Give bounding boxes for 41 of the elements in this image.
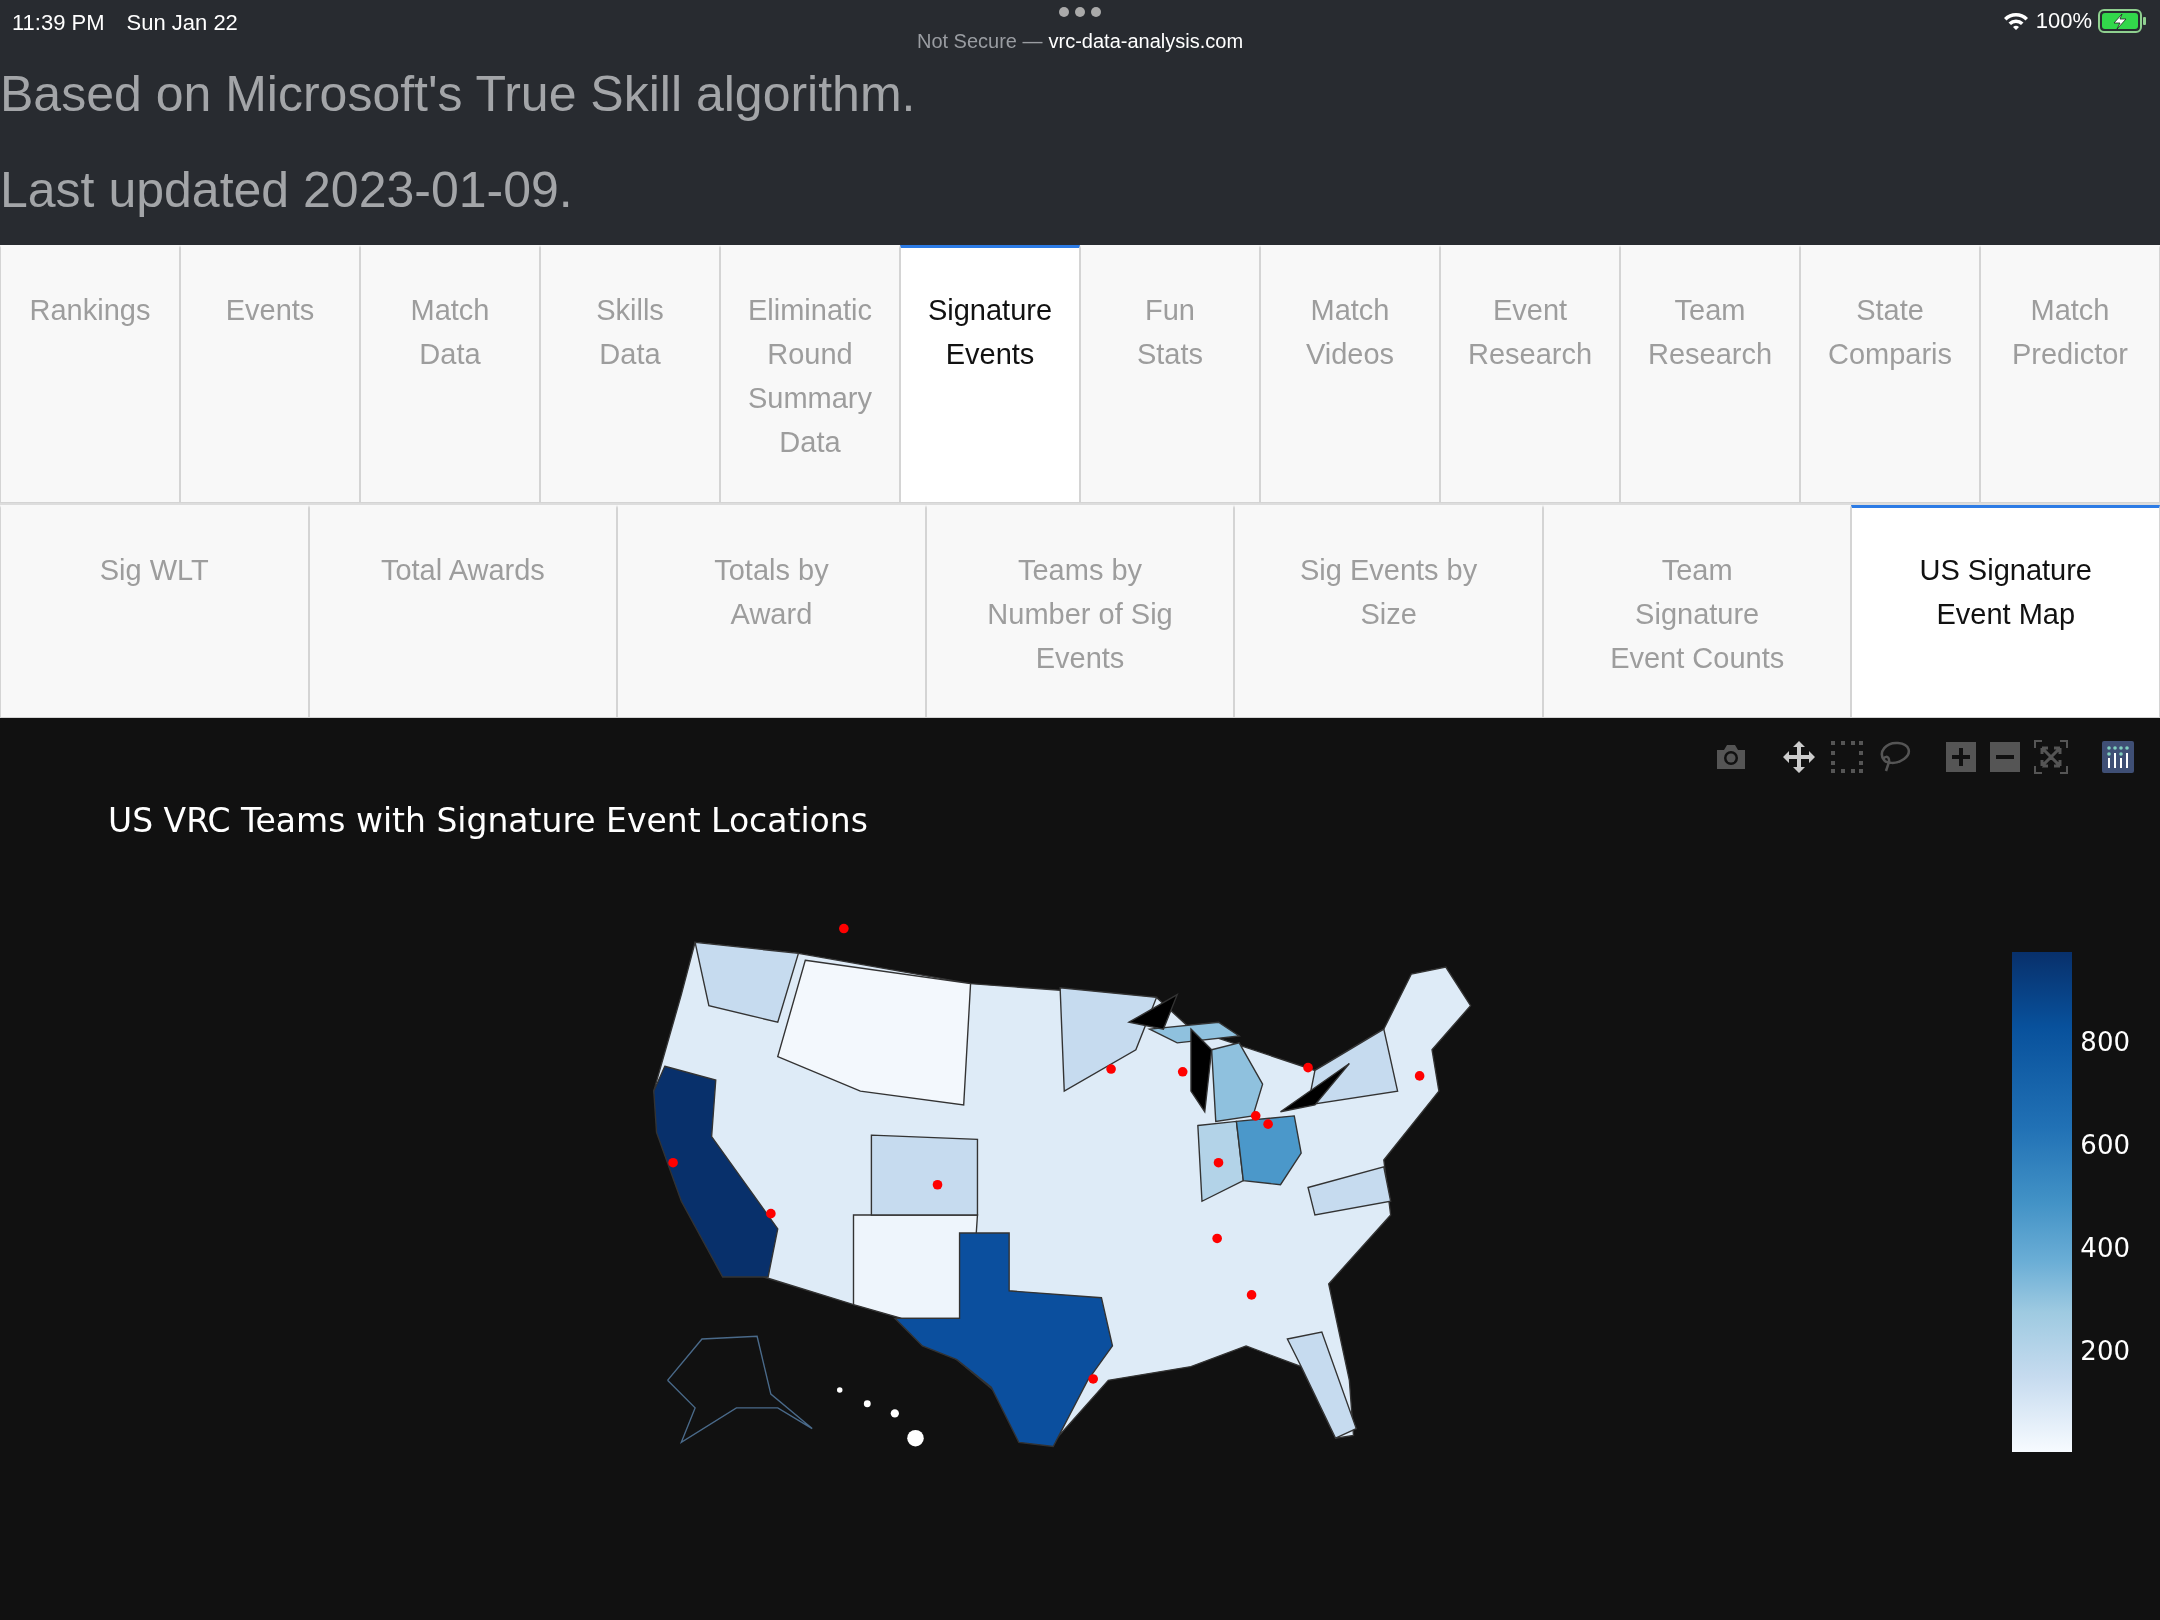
box-select-icon[interactable] [1830,740,1864,774]
tab[interactable]: Eliminatic Round Summary Data [720,245,900,503]
lasso-icon[interactable] [1878,740,1912,774]
tab[interactable]: Teams by Number of Sig Events [925,505,1235,718]
status-time: 11:39 PM [12,9,105,37]
status-date: Sun Jan 22 [126,9,238,37]
colorbar-tick-label: 400 [2080,1231,2130,1265]
tab[interactable]: Rankings [0,245,180,503]
more-dots-icon[interactable] [1058,6,1102,18]
description-text: Based on Microsoft's True Skill algorithm. [0,65,917,124]
tab[interactable]: State Comparis [1800,245,1980,503]
tab[interactable]: Skills Data [540,245,720,503]
camera-icon[interactable] [1714,742,1748,772]
colorbar-tick-label: 800 [2080,1025,2130,1059]
autoscale-icon[interactable] [2034,740,2068,774]
tab[interactable]: Total Awards [308,505,618,718]
zoom-out-icon[interactable] [1990,742,2020,772]
zoom-in-icon[interactable] [1946,742,1976,772]
tab[interactable]: Signature Events [900,245,1080,503]
tab[interactable]: Events [180,245,360,503]
battery-percent: 100% [2035,7,2092,35]
last-updated-text: Last updated 2023-01-09. [0,161,574,220]
security-label: Not Secure — [916,29,1043,54]
tab[interactable]: Fun Stats [1080,245,1260,503]
tab[interactable]: Team Signature Event Counts [1542,505,1852,718]
tab[interactable]: Match Data [360,245,540,503]
pan-icon[interactable] [1782,740,1816,774]
tab[interactable]: Totals by Award [617,505,926,718]
url-text[interactable]: vrc-data-analysis.com [1048,26,1244,56]
tab[interactable]: Match Videos [1260,245,1440,503]
tab[interactable]: Team Research [1620,245,1800,503]
plotly-logo-icon[interactable] [2102,741,2134,773]
tab[interactable]: Sig Events by Size [1234,505,1543,718]
tab[interactable]: Sig WLT [0,505,309,718]
battery-charging-icon [2098,8,2148,33]
colorbar-tick-label: 200 [2080,1334,2130,1368]
colorbar-tick-label: 600 [2080,1128,2130,1162]
tab[interactable]: US Signature Event Map [1851,505,2160,718]
tab[interactable]: Event Research [1440,245,1620,503]
chart-title: US VRC Teams with Signature Event Locations [108,800,869,842]
tab[interactable]: Match Predictor [1980,245,2160,503]
